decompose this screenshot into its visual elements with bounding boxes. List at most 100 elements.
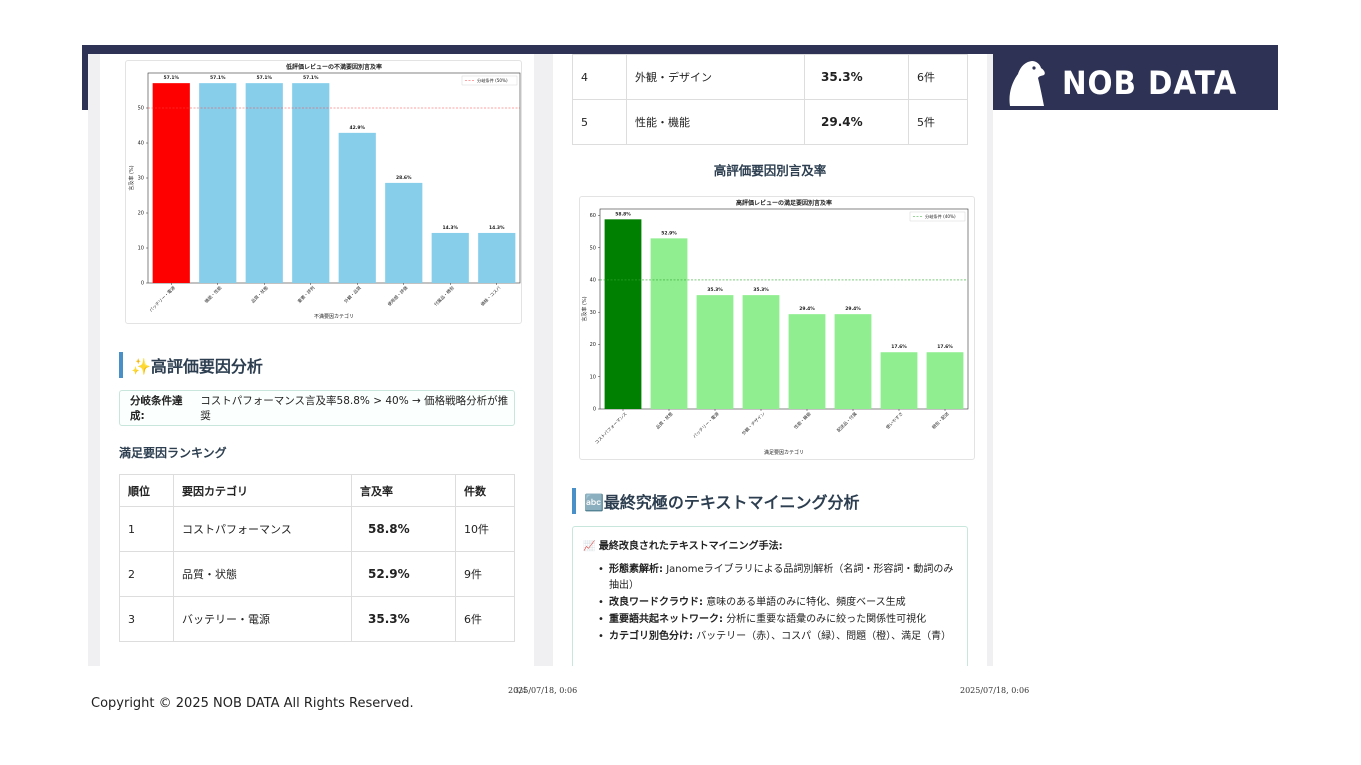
bar-value-label: 17.6% xyxy=(937,344,953,350)
bar-value-label: 29.4% xyxy=(799,306,815,312)
list-item: 形態素解析: Janomeライブラリによる品詞別解析（名詞・形容詞・動詞のみ抽出… xyxy=(583,562,957,594)
chart-title: 高評価レビューの満足要因別言及率 xyxy=(736,199,832,207)
x-tick-label: 品質・状態 xyxy=(250,284,271,305)
bar-value-label: 29.4% xyxy=(845,306,861,312)
bar xyxy=(880,352,918,409)
column-header-rate: 言及率 xyxy=(351,474,456,507)
cell-rank: 1 xyxy=(119,506,174,552)
cell-count: 9件 xyxy=(455,551,515,597)
bar-value-label: 57.1% xyxy=(303,75,319,81)
cell-count: 10件 xyxy=(455,506,515,552)
positive-analysis-title: ✨高評価要因分析 xyxy=(131,357,263,376)
cell-rate: 52.9% xyxy=(351,551,456,597)
cell-rate: 58.8% xyxy=(351,506,456,552)
heading-accent-bar xyxy=(572,488,576,514)
method-text: 意味のある単語のみに特化、頻度ベース生成 xyxy=(706,597,906,608)
bar xyxy=(292,83,330,284)
x-tick-label: 価格・コスパ xyxy=(479,284,503,308)
table-header-row: 順位 要因カテゴリ 言及率 件数 xyxy=(119,474,515,507)
bar xyxy=(338,132,376,283)
bar-value-label: 28.6% xyxy=(396,175,412,181)
table-row: 5 性能・機能 29.4% 5件 xyxy=(572,99,968,145)
text-mining-title: 🔤最終究極のテキストマイニング分析 xyxy=(584,493,860,512)
text-mining-methods-box: 📈 最終改良されたテキストマイニング手法: 形態素解析: Janomeライブラリ… xyxy=(572,526,968,676)
satisfaction-chart: 高評価レビューの満足要因別言及率 0 10 20 30 40 50 60 58.8% コストパフォ… xyxy=(579,196,975,460)
y-tick-label: 60 xyxy=(590,213,596,219)
satisfaction-ranking-table-continued: 4 外観・デザイン 35.3% 6件 5 性能・機能 29.4% 5件 xyxy=(572,54,968,145)
cell-count: 6件 xyxy=(908,54,968,100)
satisfaction-ranking-table: 順位 要因カテゴリ 言及率 件数 1 コストパフォーマンス 58.8% 10件 … xyxy=(119,474,515,642)
bar xyxy=(385,182,423,283)
x-tick-label: バッテリー・電源 xyxy=(691,410,721,440)
bar-value-label: 17.6% xyxy=(891,344,907,350)
heading-accent-bar xyxy=(119,352,123,378)
table-row: 3 バッテリー・電源 35.3% 6件 xyxy=(119,596,515,642)
table-row: 4 外観・デザイン 35.3% 6件 xyxy=(572,54,968,100)
x-tick-label: 付属品・梱包 xyxy=(432,284,456,308)
page-bottom-area xyxy=(0,666,1361,765)
column-header-rank: 順位 xyxy=(119,474,174,507)
bar-value-label: 14.3% xyxy=(442,225,458,231)
method-text: バッテリー（赤）、コスパ（緑）、問題（橙）、満足（青） xyxy=(696,631,952,642)
y-tick-label: 50 xyxy=(590,245,596,251)
cell-count: 5件 xyxy=(908,99,968,145)
chart-title: 低評価レビューの不満要因別言及率 xyxy=(285,63,382,71)
cell-category: 品質・状態 xyxy=(173,551,352,597)
bar xyxy=(199,83,237,284)
x-tick-label: 梱包・配送 xyxy=(930,410,951,431)
x-tick-label: 品質・状態 xyxy=(654,410,675,431)
y-tick-label: 40 xyxy=(138,141,144,147)
cell-category: バッテリー・電源 xyxy=(173,596,352,642)
x-axis-label: 不満要因カテゴリ xyxy=(314,313,354,320)
bar-value-label: 35.3% xyxy=(707,287,723,293)
bar xyxy=(742,295,780,409)
x-tick-label: 外観・品質 xyxy=(343,284,364,305)
column-header-category: 要因カテゴリ xyxy=(173,474,352,507)
y-tick-label: 10 xyxy=(590,374,596,380)
chart-legend: 分岐条件 (40%) xyxy=(909,211,966,222)
y-tick-label: 40 xyxy=(590,278,596,284)
cell-rank: 5 xyxy=(572,99,627,145)
bar xyxy=(834,314,872,409)
bar-value-label: 58.8% xyxy=(615,211,631,217)
method-label: 重要語共起ネットワーク: xyxy=(609,614,723,625)
bird-logo-icon xyxy=(1009,60,1045,106)
y-axis-label: 言及率 (%) xyxy=(128,165,135,190)
cell-rank: 3 xyxy=(119,596,174,642)
satisfaction-chart-heading: 高評価要因別言及率 xyxy=(713,163,827,178)
bar xyxy=(431,232,469,283)
bar xyxy=(604,219,642,409)
x-tick-label: 性能・機能 xyxy=(792,410,813,431)
x-tick-label: 機能・性能 xyxy=(203,284,224,305)
bar xyxy=(650,238,688,409)
branch-condition-notice: 分岐条件達成: コストパフォーマンス言及率58.8% > 40% → 価格戦略分… xyxy=(119,390,515,426)
bar-value-label: 14.3% xyxy=(489,225,505,231)
cell-category: 性能・機能 xyxy=(626,99,805,145)
x-axis-label: 満足要因カテゴリ xyxy=(764,449,804,456)
dissatisfaction-chart: 低評価レビューの不満要因別言及率 0 10 20 30 40 50 57.1% バッテリー・電源… xyxy=(125,60,522,324)
x-tick-label: バッテリー・電源 xyxy=(147,284,177,314)
method-text: 分析に重要な語彙のみに絞った関係性可視化 xyxy=(726,614,927,625)
bar-value-label: 57.1% xyxy=(163,75,179,81)
list-item: カテゴリ別色分け: バッテリー（赤）、コスパ（緑）、問題（橙）、満足（青） xyxy=(583,629,957,645)
cell-count: 6件 xyxy=(455,596,515,642)
copyright-footer: Copyright © 2025 NOB DATA All Rights Res… xyxy=(91,696,414,711)
left-panel: 低評価レビューの不満要因別言及率 0 10 20 30 40 50 57.1% バッテリー・電源… xyxy=(100,54,534,666)
bar-value-label: 57.1% xyxy=(210,75,226,81)
table-row: 2 品質・状態 52.9% 9件 xyxy=(119,551,515,597)
x-tick-label: 使用感・評価 xyxy=(386,284,410,308)
bar xyxy=(788,314,826,409)
x-tick-label: 外観・デザイン xyxy=(740,410,766,436)
cell-rate: 29.4% xyxy=(804,99,909,145)
method-label: 形態素解析: xyxy=(609,564,663,575)
bar-value-label: 52.9% xyxy=(661,230,677,236)
dissatisfaction-bar-chart: 低評価レビューの不満要因別言及率 0 10 20 30 40 50 57.1% バッテリー・電源… xyxy=(128,63,521,320)
x-tick-label: 配送品・付属 xyxy=(835,410,858,433)
ranking-heading: 満足要因ランキング xyxy=(119,446,227,460)
brand-name: NOB DATA xyxy=(1062,63,1238,102)
cell-category: 外観・デザイン xyxy=(626,54,805,100)
notice-text: コストパフォーマンス言及率58.8% > 40% → 価格戦略分析が推奨 xyxy=(200,395,509,422)
cell-rank: 2 xyxy=(119,551,174,597)
cell-rate: 35.3% xyxy=(351,596,456,642)
list-item: 重要語共起ネットワーク: 分析に重要な語彙のみに絞った関係性可視化 xyxy=(583,612,957,628)
